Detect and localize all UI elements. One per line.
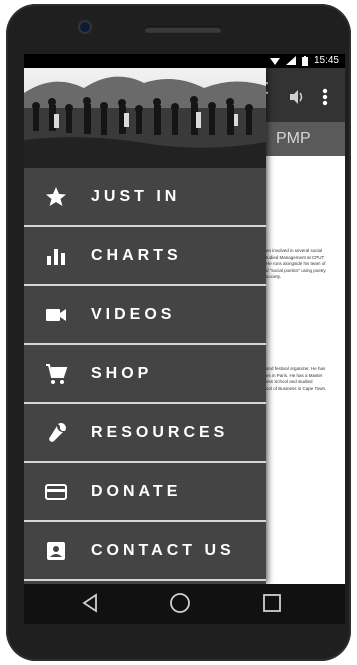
- drawer-menu: JUST IN CHARTS VIDEOS SHOP RESOURCES DON…: [24, 168, 266, 581]
- menu-item-contact-us[interactable]: CONTACT US: [24, 522, 266, 581]
- earpiece-speaker: [144, 26, 222, 33]
- menu-item-label: VIDEOS: [91, 305, 176, 323]
- text-line: He runs alongside his team of: [266, 261, 326, 267]
- menu-item-label: DONATE: [91, 482, 182, 500]
- navigation-drawer: JUST IN CHARTS VIDEOS SHOP RESOURCES DON…: [24, 68, 266, 584]
- bar-chart-icon: [47, 248, 65, 265]
- text-line: d "social poetics" using poetry: [266, 267, 326, 273]
- volume-icon[interactable]: [290, 90, 306, 104]
- text-line: and festival organizer. He has: [266, 366, 326, 371]
- text-line: society.: [266, 274, 281, 280]
- screen: 15:45 t ‹ PMP en involved in several soc…: [24, 54, 345, 584]
- menu-item-donate[interactable]: DONATE: [24, 463, 266, 522]
- text-line: es in Paris. He has a Master: [266, 372, 323, 378]
- text-line: tudied Management at CPUT: [266, 254, 325, 260]
- more-vert-icon[interactable]: [322, 88, 328, 106]
- signal-icon: [285, 56, 296, 65]
- back-icon[interactable]: [79, 592, 101, 614]
- tab-pmp[interactable]: PMP: [276, 130, 311, 148]
- wrench-icon: [49, 422, 66, 442]
- front-camera: [80, 22, 90, 32]
- article-paragraph-1: en involved in several social tudied Man…: [266, 248, 344, 281]
- star-icon: [46, 186, 66, 206]
- menu-item-videos[interactable]: VIDEOS: [24, 286, 266, 345]
- shopping-cart-icon: [46, 363, 68, 384]
- status-bar: 15:45: [24, 54, 345, 68]
- text-line: ess School and studied: [266, 379, 313, 385]
- menu-item-resources[interactable]: RESOURCES: [24, 404, 266, 463]
- text-line: ool of Business in Cape Town.: [266, 385, 327, 391]
- menu-item-charts[interactable]: CHARTS: [24, 227, 266, 286]
- menu-item-label: RESOURCES: [91, 423, 229, 441]
- wifi-icon: [269, 58, 280, 65]
- android-nav-bar: [24, 584, 345, 624]
- article-paragraph-2: and festival organizer. He has es in Par…: [266, 366, 344, 392]
- text-line: en involved in several social: [266, 248, 323, 253]
- menu-item-label: JUST IN: [91, 187, 181, 205]
- menu-item-shop[interactable]: SHOP: [24, 345, 266, 404]
- home-icon[interactable]: [169, 592, 191, 614]
- status-time: 15:45: [313, 55, 339, 66]
- drawer-header-photo: [24, 68, 266, 168]
- menu-item-label: CONTACT US: [91, 541, 235, 559]
- menu-item-just-in[interactable]: JUST IN: [24, 168, 266, 227]
- contact-card-icon: [47, 541, 65, 560]
- menu-item-label: SHOP: [91, 364, 153, 382]
- video-camera-icon: [46, 308, 66, 321]
- menu-item-label: CHARTS: [91, 246, 182, 264]
- credit-card-icon: [45, 483, 67, 500]
- battery-icon: [301, 55, 308, 66]
- recents-icon[interactable]: [261, 592, 283, 614]
